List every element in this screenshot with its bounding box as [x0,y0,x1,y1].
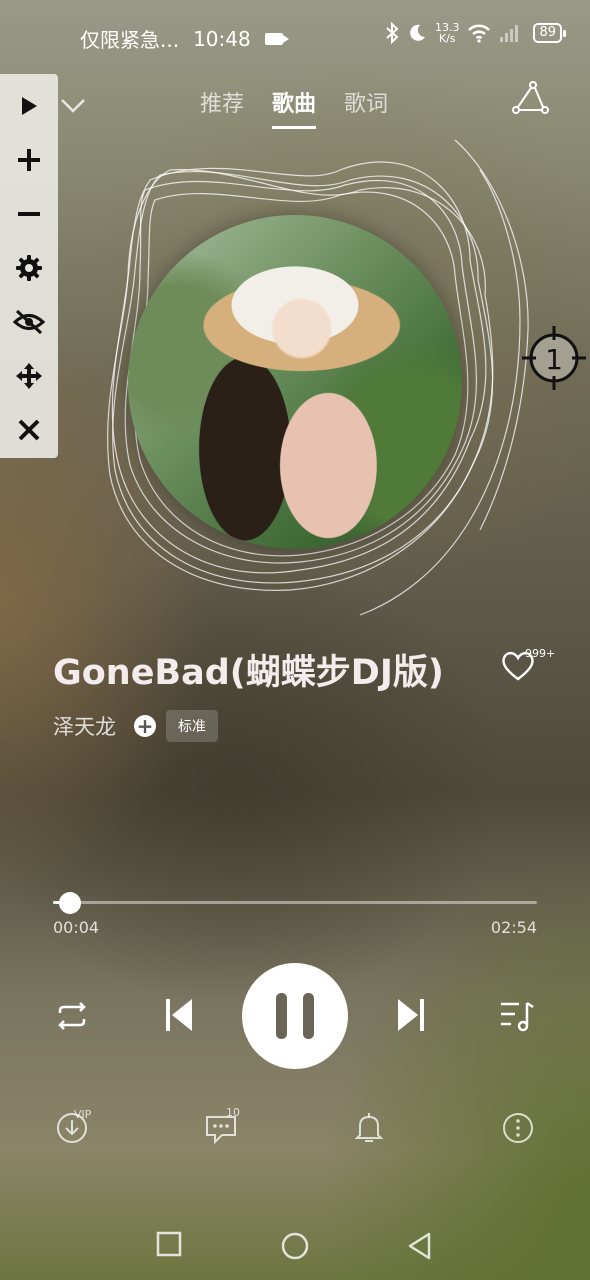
progress-thumb[interactable] [59,892,82,914]
next-track-icon[interactable] [390,994,432,1036]
current-time: 00:04 [53,918,100,937]
repeat-icon[interactable] [52,996,92,1036]
follow-artist-icon[interactable]: + [134,715,156,737]
pause-bar-left [276,993,287,1039]
like-count: 999+ [525,647,556,660]
artist-row: 泽天龙 + 标准 [53,710,218,742]
crosshair-marker-label: 1 [545,343,563,376]
song-title: GoneBad(蝴蝶步DJ版) [53,653,444,693]
recent-apps-icon[interactable] [155,1230,183,1258]
artist-name[interactable]: 泽天龙 [53,711,116,741]
total-time: 02:54 [490,918,537,937]
previous-track-icon[interactable] [158,994,200,1036]
pause-bar-right [303,993,314,1039]
comment-count: 10 [226,1106,240,1119]
playlist-icon[interactable] [496,996,538,1036]
quality-badge[interactable]: 标准 [166,710,218,742]
back-icon[interactable] [405,1231,435,1261]
crosshair-marker-icon[interactable]: 1 [522,326,586,390]
album-cover[interactable] [128,215,462,549]
pause-button[interactable] [242,963,348,1069]
progress-slider[interactable] [53,892,537,914]
more-options-icon[interactable] [500,1110,536,1146]
bell-icon[interactable] [352,1110,386,1146]
vip-badge: VIP [74,1108,92,1121]
home-icon[interactable] [280,1231,310,1261]
